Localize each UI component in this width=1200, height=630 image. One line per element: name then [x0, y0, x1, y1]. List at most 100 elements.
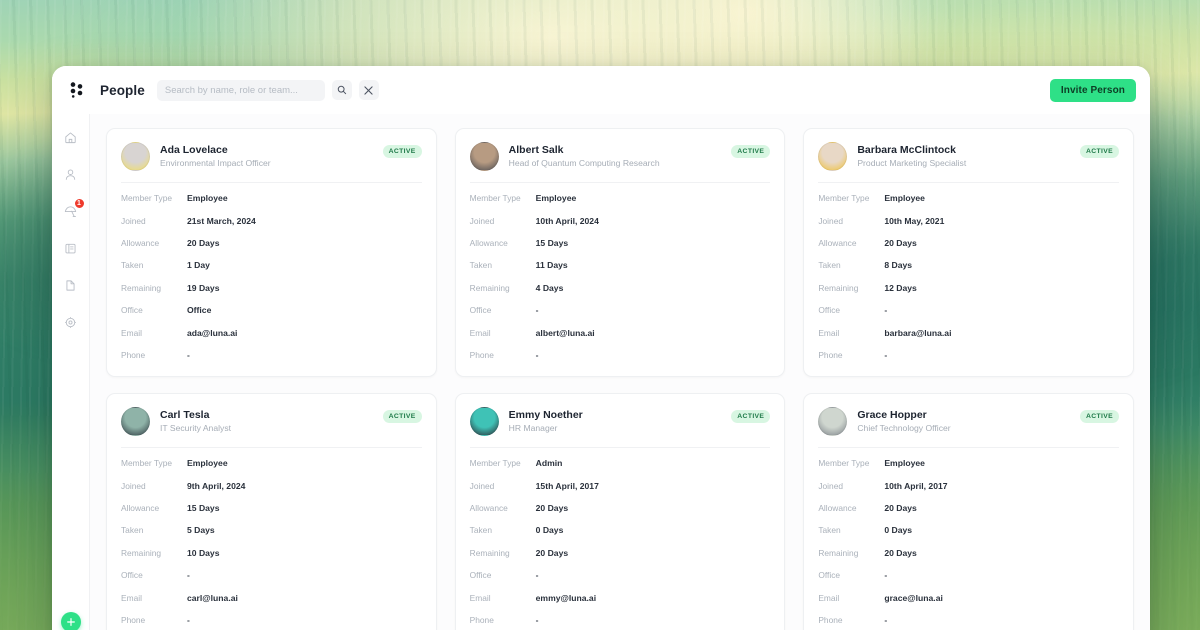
invite-person-button[interactable]: Invite Person [1049, 78, 1136, 102]
detail-label-taken: Taken [469, 525, 493, 536]
avatar-carl-tesla [121, 407, 150, 437]
detail-row-taken: Taken 5 Days [121, 519, 422, 541]
person-detail-rows: Member Type Employee Joined 10th April, 202… [470, 187, 771, 366]
detail-row-joined: Joined 10th April, 2024 [470, 209, 771, 231]
detail-value-email: carl@luna.ai [187, 592, 238, 603]
detail-label-remaining: Remaining [818, 282, 859, 293]
detail-row-remaining: Remaining 20 Days [818, 542, 1119, 564]
detail-row-office: Office - [121, 564, 422, 586]
detail-value-phone: - [535, 615, 539, 626]
detail-label-member-type: Member Type [818, 193, 870, 204]
detail-value-member-type: Employee [187, 193, 228, 204]
status-badge: ACTIVE [382, 410, 422, 424]
person-name: Emmy Noether [508, 408, 583, 421]
detail-value-phone: - [187, 615, 190, 626]
detail-row-member-type: Member Type Employee [818, 187, 1119, 209]
person-role: Product Marketing Specialist [857, 157, 967, 168]
detail-row-member-type: Member Type Employee [470, 187, 771, 209]
sidebar-item-calendar[interactable] [58, 235, 84, 261]
detail-row-taken: Taken 11 Days [470, 254, 771, 276]
person-card-carl-tesla[interactable]: Carl Tesla IT Security Analyst ACTIVE Me… [106, 393, 437, 630]
person-role: Environmental Impact Officer [160, 157, 271, 168]
document-icon [66, 279, 75, 291]
search-input[interactable] [156, 79, 325, 101]
avatar-albert-salk [469, 142, 499, 171]
person-card-barbara-mcclintock[interactable]: Barbara McClintock Product Marketing Spe… [803, 128, 1134, 378]
person-role: Head of Quantum Computing Research [508, 157, 660, 168]
clear-search-button[interactable] [358, 80, 379, 100]
app-window: People Invite Person [52, 66, 1150, 630]
detail-row-office: Office Office [121, 299, 422, 321]
person-identity: Carl Tesla IT Security Analyst [160, 409, 231, 434]
person-card-header: Albert Salk Head of Quantum Computing Re… [469, 142, 771, 171]
detail-row-taken: Taken 0 Days [818, 519, 1119, 541]
detail-row-member-type: Member Type Admin [470, 452, 771, 474]
detail-label-office: Office [469, 305, 492, 316]
person-role: IT Security Analyst [160, 423, 232, 434]
add-button-fab[interactable] [61, 612, 81, 630]
detail-value-office: - [535, 570, 539, 581]
detail-label-phone: Phone [469, 615, 494, 626]
close-icon [364, 85, 374, 95]
detail-value-office: - [535, 305, 539, 316]
person-card-albert-salk[interactable]: Albert Salk Head of Quantum Computing Re… [454, 128, 786, 378]
person-card-emmy-noether[interactable]: Emmy Noether HR Manager ACTIVE Member Ty… [454, 393, 786, 630]
detail-row-taken: Taken 8 Days [818, 254, 1119, 276]
detail-row-phone: Phone - [121, 344, 422, 366]
person-identity: Grace Hopper Chief Technology Officer [857, 409, 950, 434]
home-icon [65, 132, 76, 143]
detail-value-email: emmy@luna.ai [535, 592, 597, 603]
person-card-grace-hopper[interactable]: Grace Hopper Chief Technology Officer AC… [803, 393, 1134, 630]
dots-cluster-logo-icon[interactable] [64, 77, 90, 103]
detail-row-allowance: Allowance 15 Days [470, 232, 771, 254]
plus-icon [67, 618, 75, 626]
person-detail-rows: Member Type Employee Joined 10th April, 201… [818, 452, 1119, 630]
detail-row-email: Email emmy@luna.ai [470, 586, 771, 608]
person-name: Albert Salk [508, 143, 564, 156]
detail-label-taken: Taken [818, 525, 841, 536]
detail-value-office: Office [187, 305, 212, 316]
card-divider [469, 182, 771, 183]
avatar-grace-hopper [818, 407, 848, 437]
status-badge: ACTIVE [1079, 145, 1119, 158]
detail-value-taken: 0 Days [535, 525, 564, 536]
detail-label-remaining: Remaining [121, 282, 162, 293]
search-button[interactable] [331, 80, 352, 100]
person-identity: Albert Salk Head of Quantum Computing Re… [509, 144, 660, 169]
person-identity: Barbara McClintock Product Marketing Spe… [857, 144, 966, 169]
detail-label-remaining: Remaining [818, 547, 859, 558]
sidebar-item-documents[interactable] [58, 272, 84, 298]
card-divider [469, 447, 771, 449]
person-detail-rows: Member Type Employee Joined 10th May, 2021 A… [818, 187, 1119, 366]
detail-row-phone: Phone - [470, 344, 771, 366]
person-card-header: Grace Hopper Chief Technology Officer AC… [818, 407, 1119, 437]
detail-value-remaining: 4 Days [535, 282, 564, 293]
sidebar-item-home[interactable] [58, 124, 84, 150]
person-card-ada-lovelace[interactable]: Ada Lovelace Environmental Impact Office… [106, 128, 437, 378]
avatar-barbara-mcclintock [818, 142, 848, 171]
detail-label-email: Email [121, 592, 142, 603]
sidebar-item-profile[interactable] [58, 161, 84, 187]
person-identity: Emmy Noether HR Manager [509, 409, 583, 434]
sidebar-badge-time-off: 1 [73, 198, 85, 209]
detail-label-member-type: Member Type [121, 193, 173, 204]
detail-label-allowance: Allowance [121, 503, 160, 514]
person-role: Chief Technology Officer [857, 423, 951, 434]
window-body: 1 Ada Lovelace Environmental Impact Offi… [52, 114, 1150, 630]
detail-value-remaining: 20 Days [884, 547, 917, 558]
card-divider [818, 447, 1119, 449]
detail-label-office: Office [818, 305, 841, 316]
detail-label-office: Office [121, 570, 143, 581]
detail-label-member-type: Member Type [469, 193, 521, 204]
detail-label-taken: Taken [818, 260, 841, 271]
detail-row-allowance: Allowance 20 Days [121, 232, 422, 254]
detail-value-email: ada@luna.ai [187, 327, 238, 338]
detail-row-email: Email grace@luna.ai [818, 586, 1119, 608]
detail-value-remaining: 10 Days [187, 547, 220, 558]
page-title: People [100, 82, 145, 98]
calendar-icon [65, 243, 76, 253]
sidebar-item-time-off[interactable]: 1 [58, 198, 85, 224]
sidebar-item-settings[interactable] [58, 309, 84, 335]
detail-label-joined: Joined [818, 215, 844, 226]
detail-row-email: Email barbara@luna.ai [818, 321, 1119, 343]
